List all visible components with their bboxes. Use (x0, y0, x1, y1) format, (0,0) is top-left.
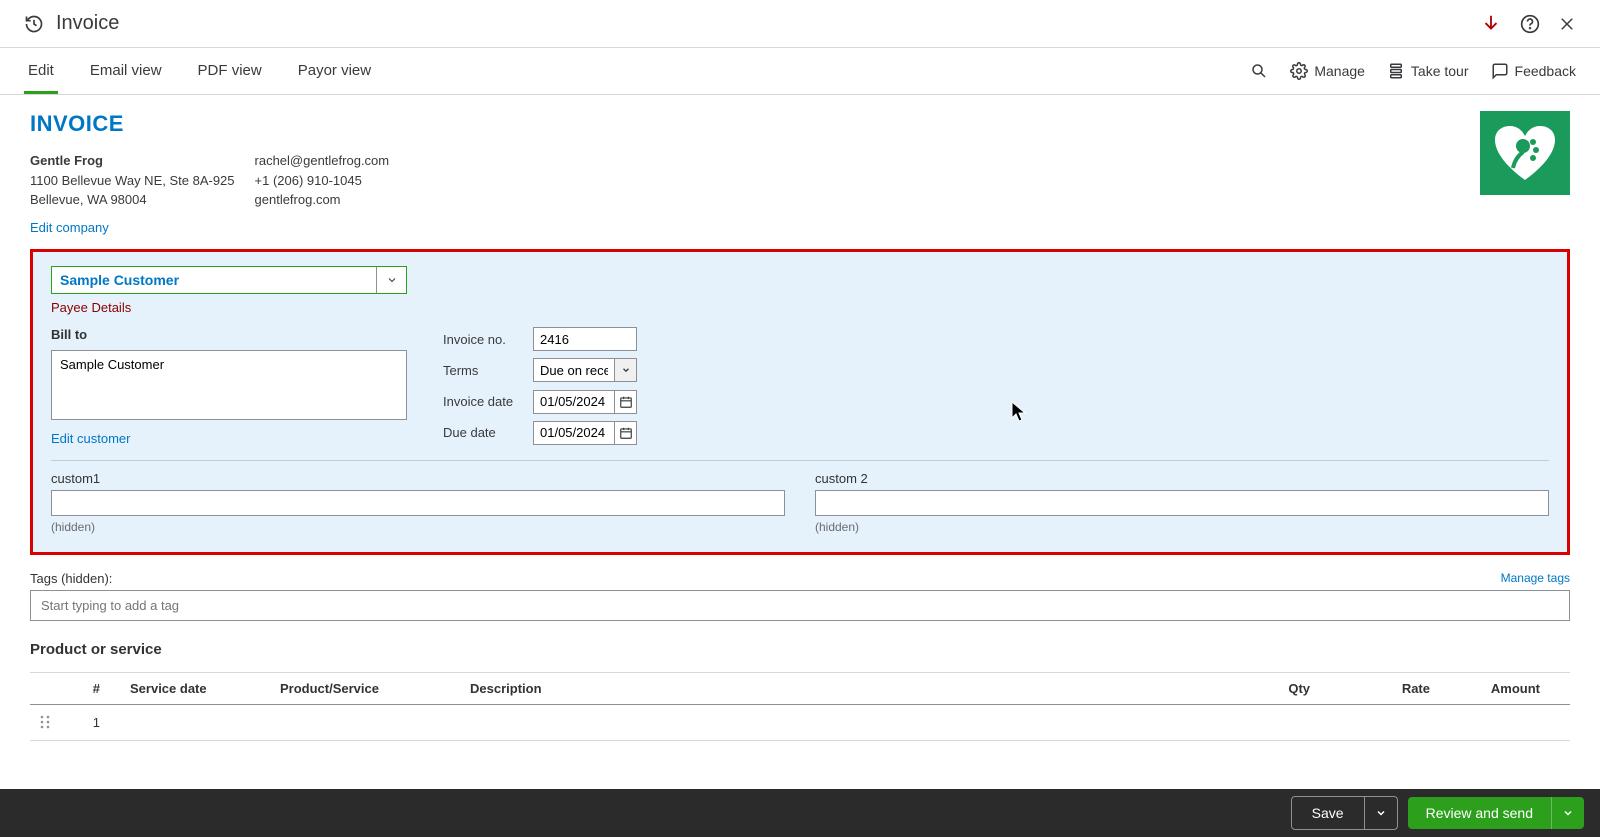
page-title: Invoice (56, 12, 119, 35)
company-name: Gentle Frog (30, 151, 235, 171)
save-dropdown-button[interactable] (1364, 797, 1397, 829)
product-table: # Service date Product/Service Descripti… (30, 672, 1570, 741)
custom2-hidden-note: (hidden) (815, 520, 1549, 534)
download-arrow-icon[interactable] (1480, 13, 1502, 35)
tags-section: Tags (hidden): Manage tags (30, 571, 1570, 621)
tags-input[interactable] (30, 590, 1570, 621)
save-button-group: Save (1291, 796, 1398, 830)
col-rate: Rate (1320, 672, 1440, 704)
custom2-label: custom 2 (815, 471, 1549, 486)
review-dropdown-button[interactable] (1551, 797, 1584, 829)
company-logo[interactable] (1480, 111, 1570, 195)
company-phone: +1 (206) 910-1045 (255, 171, 390, 191)
invoice-no-label: Invoice no. (443, 332, 523, 347)
row-service-date[interactable] (120, 704, 270, 740)
bill-to-textarea[interactable] (51, 350, 407, 420)
col-description: Description (460, 672, 1220, 704)
review-and-send-button[interactable]: Review and send (1408, 797, 1551, 829)
tab-payor-view[interactable]: Payor view (294, 48, 375, 94)
close-icon[interactable] (1558, 15, 1576, 33)
search-icon[interactable] (1250, 62, 1268, 80)
main-content: INVOICE Gentle Frog 1100 Bellevue Way NE… (0, 95, 1600, 779)
tab-pdf-view[interactable]: PDF view (194, 48, 266, 94)
edit-customer-link[interactable]: Edit customer (51, 431, 130, 446)
history-icon[interactable] (24, 14, 44, 34)
terms-input[interactable] (534, 359, 614, 381)
custom-fields-row: custom1 (hidden) custom 2 (hidden) (51, 471, 1549, 534)
manage-tags-link[interactable]: Manage tags (1501, 571, 1570, 585)
col-product: Product/Service (270, 672, 460, 704)
invoice-date-input[interactable] (534, 391, 614, 413)
invoice-no-input[interactable] (534, 328, 636, 350)
col-service-date: Service date (120, 672, 270, 704)
product-section-title: Product or service (30, 641, 1570, 658)
drag-handle-icon[interactable] (30, 704, 70, 740)
company-email: rachel@gentlefrog.com (255, 151, 390, 171)
manage-label: Manage (1314, 63, 1365, 79)
panel-header: Invoice (0, 0, 1600, 48)
invoice-date-picker-button[interactable] (614, 391, 636, 413)
custom2-input[interactable] (815, 490, 1549, 516)
col-amount: Amount (1440, 672, 1570, 704)
help-icon[interactable] (1520, 14, 1540, 34)
divider (51, 460, 1549, 461)
tabs-bar: Edit Email view PDF view Payor view Mana… (0, 48, 1600, 95)
tab-email-view[interactable]: Email view (86, 48, 166, 94)
take-tour-button[interactable]: Take tour (1387, 62, 1469, 80)
toolbar-right: Manage Take tour Feedback (1250, 62, 1576, 80)
due-date-input[interactable] (534, 422, 614, 444)
row-qty[interactable] (1220, 704, 1320, 740)
row-amount[interactable] (1440, 704, 1570, 740)
manage-button[interactable]: Manage (1290, 62, 1365, 80)
footer-bar: Save Review and send (0, 789, 1600, 837)
view-tabs: Edit Email view PDF view Payor view (24, 48, 375, 94)
row-product[interactable] (270, 704, 460, 740)
customer-dropdown-button[interactable] (376, 267, 406, 293)
terms-label: Terms (443, 363, 523, 378)
terms-dropdown-button[interactable] (614, 359, 636, 381)
tab-edit[interactable]: Edit (24, 48, 58, 94)
col-num: # (70, 672, 120, 704)
invoice-title: INVOICE (30, 111, 389, 137)
company-website: gentlefrog.com (255, 190, 390, 210)
company-address-1: 1100 Bellevue Way NE, Ste 8A-925 (30, 171, 235, 191)
table-row[interactable]: 1 (30, 704, 1570, 740)
col-qty: Qty (1220, 672, 1320, 704)
payee-details-link[interactable]: Payee Details (51, 300, 1549, 315)
company-address-2: Bellevue, WA 98004 (30, 190, 235, 210)
invoice-meta: Invoice no. Terms Invoice date (443, 327, 637, 446)
feedback-label: Feedback (1515, 63, 1576, 79)
edit-company-link[interactable]: Edit company (30, 220, 109, 235)
customer-select[interactable] (51, 266, 407, 294)
tags-label: Tags (hidden): (30, 571, 112, 586)
custom1-label: custom1 (51, 471, 785, 486)
customer-input[interactable] (52, 267, 376, 293)
bill-to-label: Bill to (51, 327, 407, 342)
custom1-input[interactable] (51, 490, 785, 516)
due-date-picker-button[interactable] (614, 422, 636, 444)
invoice-date-label: Invoice date (443, 394, 523, 409)
take-tour-label: Take tour (1411, 63, 1469, 79)
custom1-hidden-note: (hidden) (51, 520, 785, 534)
row-rate[interactable] (1320, 704, 1440, 740)
due-date-label: Due date (443, 425, 523, 440)
header-right (1480, 13, 1576, 35)
header-left: Invoice (24, 12, 119, 35)
save-button[interactable]: Save (1292, 797, 1364, 829)
payee-section-highlighted: Payee Details Bill to Edit customer Invo… (30, 249, 1570, 555)
company-info: Gentle Frog 1100 Bellevue Way NE, Ste 8A… (30, 151, 389, 210)
review-button-group: Review and send (1408, 797, 1584, 829)
row-description[interactable] (460, 704, 1220, 740)
feedback-button[interactable]: Feedback (1491, 62, 1576, 80)
invoice-header: INVOICE Gentle Frog 1100 Bellevue Way NE… (30, 111, 1570, 235)
row-num: 1 (70, 704, 120, 740)
